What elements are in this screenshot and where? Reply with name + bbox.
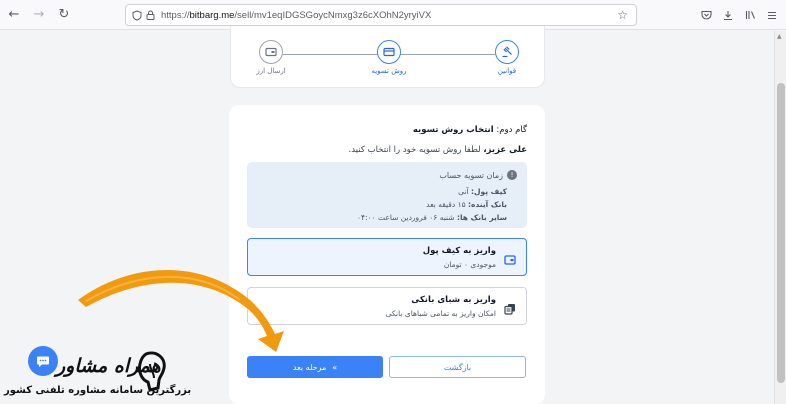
- next-step-label: مرحله بعد: [292, 362, 327, 372]
- option-subtitle: موجودی ۰ تومان: [443, 260, 496, 269]
- watermark-brand: همراه مشاور: [56, 355, 161, 377]
- greeting-text: لطفا روش تسویه خود را انتخاب کنید.: [348, 145, 481, 155]
- info-icon: !: [507, 170, 517, 180]
- info-other-banks: سایر بانک ها: شنبه ۰۶ فروردین ساعت ۰۴:۰۰: [357, 213, 507, 222]
- back-button[interactable]: بازگشت: [389, 356, 526, 378]
- info-wallet: کیف پول: آنی: [458, 187, 507, 196]
- info-wallet-label: کیف پول:: [471, 187, 507, 196]
- forward-arrow-icon[interactable]: →: [28, 4, 50, 26]
- step-heading: گام دوم: انتخاب روش تسویه: [413, 125, 527, 135]
- copy-icon: [504, 300, 516, 315]
- greeting: علی عزیز، لطفا روش تسویه خود را انتخاب ک…: [349, 145, 527, 155]
- step-label: ارسال ارز: [256, 67, 286, 75]
- info-others-value: شنبه ۰۶ فروردین ساعت ۰۴:۰۰: [356, 213, 455, 222]
- scroll-thumb[interactable]: [777, 83, 785, 383]
- shield-icon: [132, 9, 142, 21]
- settlement-time-info: ! زمان تسویه حساب کیف پول: آنی بانک آیند…: [247, 162, 527, 228]
- reload-icon[interactable]: ↻: [53, 4, 75, 26]
- wallet-icon: [259, 40, 283, 64]
- library-icon[interactable]: [742, 4, 758, 26]
- gavel-icon: [495, 40, 519, 64]
- scroll-up-arrow-icon[interactable]: ▲: [777, 33, 782, 40]
- info-wallet-value: آنی: [458, 187, 469, 196]
- info-bank-label: بانک آینده:: [468, 200, 507, 209]
- step-prefix: گام دوم:: [496, 125, 527, 135]
- credit-card-icon: [377, 40, 401, 64]
- greeting-name: علی عزیز،: [483, 145, 527, 155]
- step-settlement: روش تسویه: [359, 40, 419, 75]
- settlement-card: گام دوم: انتخاب روش تسویه علی عزیز، لطفا…: [229, 105, 545, 404]
- step-label: روش تسویه: [371, 67, 407, 75]
- url-text: https://bitbarg.me/sell/mv1eqIDGSGoycNmx…: [161, 10, 431, 21]
- progress-stepper: قوانین روش تسویه ارسال ارز: [230, 26, 545, 88]
- step-label: قوانین: [497, 67, 517, 75]
- address-bar[interactable]: https://bitbarg.me/sell/mv1eqIDGSGoycNmx…: [125, 4, 637, 26]
- option-wallet-deposit[interactable]: واریز به کیف پول موجودی ۰ تومان: [247, 238, 527, 276]
- lock-icon: [146, 10, 155, 20]
- info-bank: بانک آینده: ۱۵ دقیقه بعد: [426, 200, 507, 209]
- wallet-icon: [504, 251, 516, 265]
- url-prefix: https://: [161, 9, 190, 21]
- chat-bubble-icon: [37, 356, 49, 367]
- back-label: بازگشت: [443, 362, 472, 372]
- pocket-icon[interactable]: [698, 4, 714, 26]
- menu-icon[interactable]: [764, 4, 780, 26]
- bookmark-star-icon[interactable]: ☆: [617, 8, 628, 22]
- download-icon[interactable]: [720, 4, 736, 26]
- option-title: واریز به شبای بانکی: [411, 295, 496, 305]
- toolbar-actions: [698, 4, 780, 26]
- info-heading-text: زمان تسویه حساب: [439, 170, 503, 180]
- url-path: /sell/mv1eqIDGSGoycNmxg3z6cXOhN2yryiVX: [234, 9, 432, 21]
- step-send-currency: ارسال ارز: [241, 40, 301, 75]
- info-others-label: سایر بانک ها:: [456, 213, 507, 222]
- option-title: واریز به کیف پول: [422, 246, 496, 256]
- url-host: bitbarg.me: [189, 9, 235, 21]
- info-bank-value: ۱۵ دقیقه بعد: [426, 200, 466, 209]
- step-title: انتخاب روش تسویه: [412, 125, 494, 135]
- page-scrollbar[interactable]: ▲: [774, 31, 786, 404]
- option-subtitle: امکان واریز به تمامی شباهای بانکی: [385, 309, 496, 318]
- chat-button[interactable]: [28, 346, 58, 376]
- info-heading: ! زمان تسویه حساب: [439, 170, 517, 180]
- next-step-button[interactable]: مرحله بعد «: [247, 356, 383, 378]
- option-iban-deposit[interactable]: واریز به شبای بانکی امکان واریز به تمامی…: [247, 287, 527, 325]
- double-chevron-left-icon: «: [332, 362, 338, 372]
- step-rules: قوانین: [477, 40, 537, 75]
- back-arrow-icon[interactable]: ←: [3, 4, 25, 26]
- watermark-tagline: بزرگترین سامانه مشاوره تلفنی کشور: [4, 385, 192, 396]
